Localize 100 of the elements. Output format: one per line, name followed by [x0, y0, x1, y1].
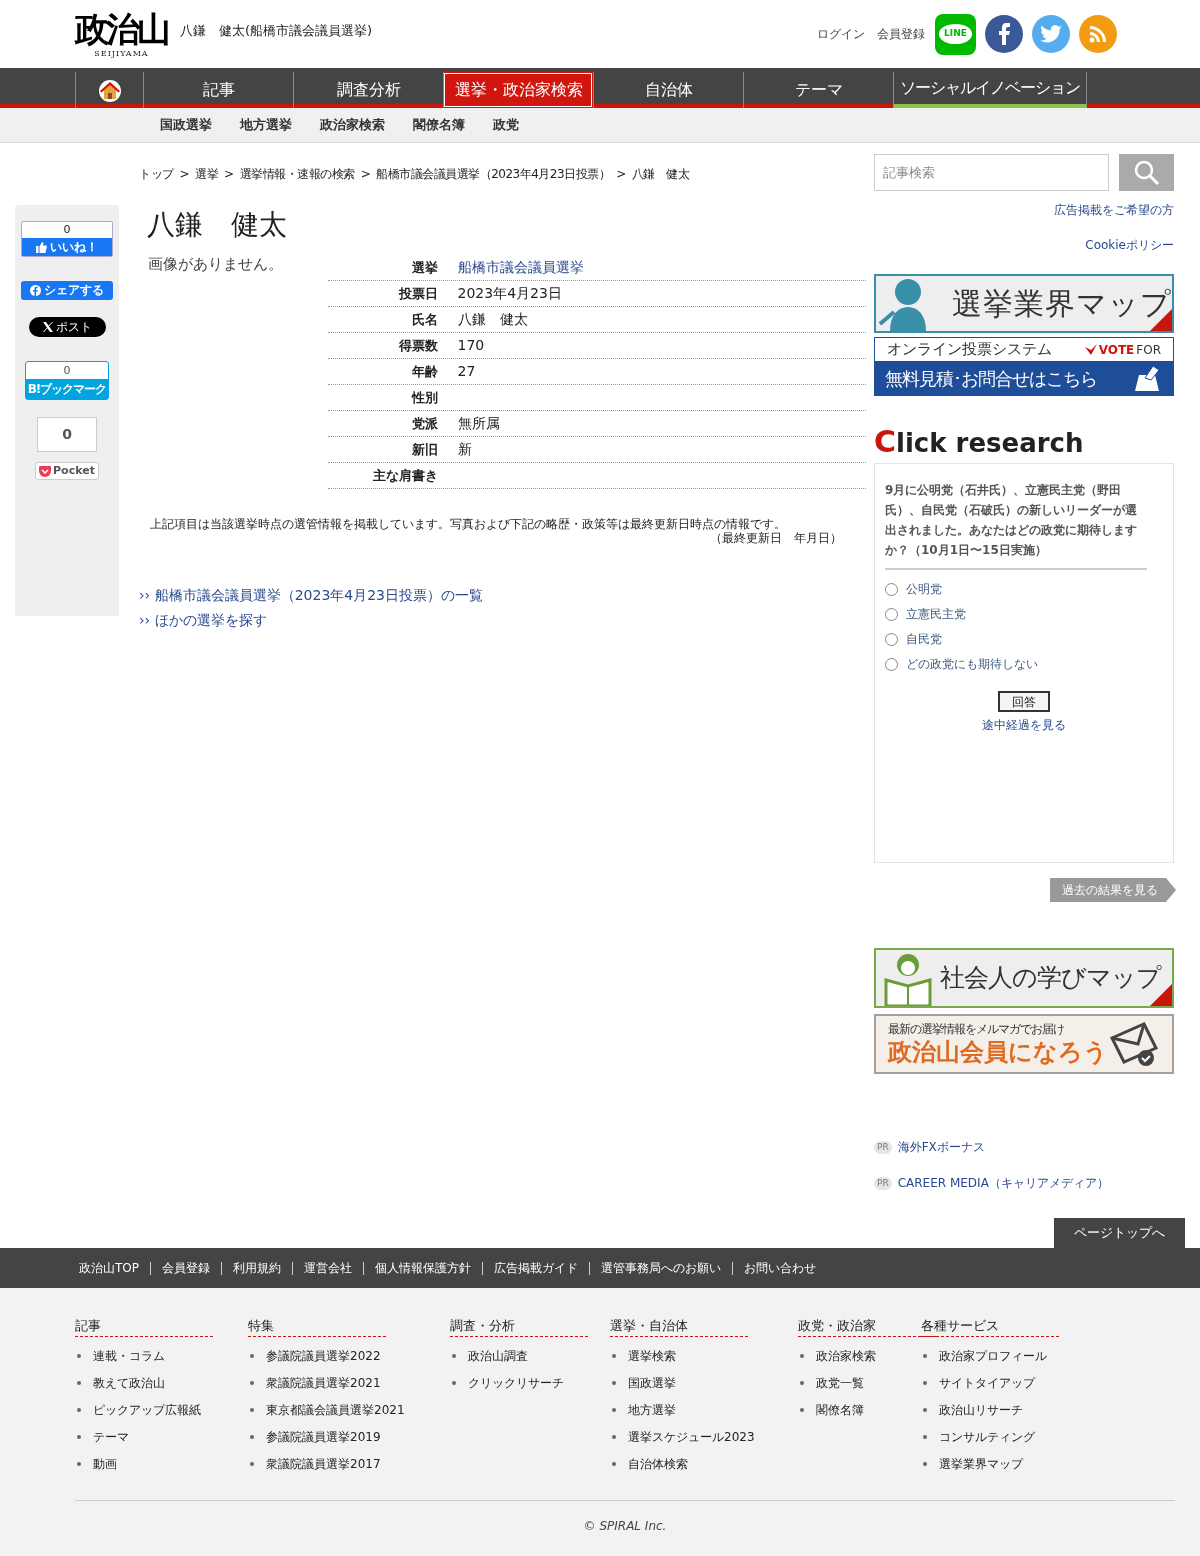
header-link[interactable]: ログイン: [817, 25, 865, 43]
answer-option[interactable]: 公明党: [885, 580, 1163, 598]
footer-link[interactable]: 動画: [93, 1454, 117, 1473]
answer-button[interactable]: 回答: [998, 691, 1050, 712]
vote-banner[interactable]: オンライン投票システム VOTE FOR 無料見積･お問合せはこちら: [874, 337, 1174, 396]
footer-link[interactable]: 広告掲載ガイド: [494, 1259, 578, 1277]
footer-link[interactable]: 政治山TOP: [79, 1259, 139, 1277]
nav-tab[interactable]: 選挙・政治家検索: [443, 72, 593, 108]
rss-icon[interactable]: [1079, 15, 1117, 53]
subnav-link[interactable]: 地方選挙: [240, 115, 292, 135]
footer-link[interactable]: 閣僚名簿: [816, 1400, 864, 1419]
footer-link[interactable]: クリックリサーチ: [468, 1373, 564, 1392]
footer-link[interactable]: 衆議院議員選挙2021: [266, 1373, 381, 1392]
bullet-icon: [452, 1380, 456, 1385]
footer-link[interactable]: 政治家検索: [816, 1346, 876, 1365]
subnav-link[interactable]: 政党: [493, 115, 519, 135]
footer-link[interactable]: 参議院議員選挙2022: [266, 1346, 381, 1365]
search-button[interactable]: [1119, 154, 1174, 191]
sidebar-link[interactable]: Cookieポリシー: [1085, 236, 1174, 254]
bullet-icon: [612, 1353, 616, 1358]
bird-icon[interactable]: [1032, 15, 1070, 53]
pocket-count: 0: [37, 417, 97, 452]
bullet-icon: [250, 1461, 254, 1466]
field-label: 年齢: [410, 362, 438, 381]
footer-link[interactable]: 政治家プロフィール: [939, 1346, 1047, 1365]
bullet-icon: [923, 1353, 927, 1358]
bullet-icon: [800, 1353, 804, 1358]
footer-link[interactable]: 教えて政治山: [93, 1373, 165, 1392]
footer-link[interactable]: 選挙検索: [628, 1346, 676, 1365]
bullet-icon: [923, 1407, 927, 1412]
election-link[interactable]: 船橋市議会議員選挙: [457, 257, 584, 278]
search-field[interactable]: 記事検索: [874, 154, 1110, 191]
breadcrumb-separator: >: [616, 166, 626, 183]
footer-link[interactable]: 自治体検索: [628, 1454, 688, 1473]
field-label: 選挙: [410, 258, 438, 277]
answer-option[interactable]: どの政党にも期待しない: [885, 655, 1163, 673]
footer-link[interactable]: 選挙スケジュール2023: [628, 1427, 755, 1446]
footer-link[interactable]: 個人情報保護方針: [375, 1259, 471, 1277]
footer-link[interactable]: 国政選挙: [628, 1373, 676, 1392]
answer-option[interactable]: 立憲民主党: [885, 605, 1163, 623]
pr-link[interactable]: CAREER MEDIA（キャリアメディア）: [897, 1174, 1109, 1192]
bullet-icon: [250, 1434, 254, 1439]
footer-link[interactable]: 連載・コラム: [93, 1346, 165, 1365]
related-link[interactable]: ›› ほかの選挙を探す: [139, 612, 866, 629]
pocket-button[interactable]: Pocket: [35, 462, 99, 480]
footer-link[interactable]: 運営会社: [304, 1259, 352, 1277]
learning-banner[interactable]: 社会人の学びマップ: [874, 948, 1174, 1008]
progress-link[interactable]: 途中経過を見る: [982, 716, 1066, 734]
field-value: 27: [457, 362, 476, 381]
sidebar-link[interactable]: 広告掲載をご希望の方: [1054, 201, 1174, 219]
footer-link[interactable]: お問い合わせ: [744, 1259, 816, 1277]
bookmark-button[interactable]: 0 B!ブックマーク: [25, 361, 109, 400]
footer-link[interactable]: 政治山調査: [468, 1346, 528, 1365]
subnav-link[interactable]: 国政選挙: [160, 115, 212, 135]
bullet-icon: [77, 1434, 81, 1439]
research-title: Click research: [874, 426, 1085, 459]
breadcrumb-link[interactable]: トップ: [139, 165, 174, 183]
member-banner[interactable]: 最新の選挙情報をメルマガでお届け 政治山会員になろう: [874, 1014, 1174, 1074]
field-value: 新: [457, 440, 472, 459]
breadcrumb-link[interactable]: 八鎌 健太: [631, 165, 690, 183]
footer-link[interactable]: 地方選挙: [628, 1400, 676, 1419]
post-button[interactable]: ポスト: [28, 317, 106, 337]
footer-link[interactable]: コンサルティング: [939, 1427, 1035, 1446]
pr-link[interactable]: 海外FXボーナス: [897, 1138, 985, 1156]
footer-link[interactable]: 政治山リサーチ: [939, 1400, 1023, 1419]
facebook-icon[interactable]: [985, 15, 1023, 53]
bullet-icon: [612, 1380, 616, 1385]
answer-option[interactable]: 自民党: [885, 630, 1163, 648]
header-link[interactable]: 会員登録: [877, 25, 925, 43]
footer-link[interactable]: 選管事務局へのお願い: [601, 1259, 721, 1277]
footer-link[interactable]: 利用規約: [233, 1259, 281, 1277]
subnav-link[interactable]: 閣僚名簿: [413, 115, 465, 135]
footer-link[interactable]: 政党一覧: [816, 1373, 864, 1392]
footer-link[interactable]: 衆議院議員選挙2017: [266, 1454, 381, 1473]
field-label: 党派: [410, 414, 438, 433]
footer-link[interactable]: テーマ: [93, 1427, 129, 1446]
breadcrumb-link[interactable]: 選挙: [195, 165, 219, 183]
logo-subtitle: SEIJIYAMA: [94, 49, 149, 59]
like-button[interactable]: 0 いいね！: [21, 221, 113, 257]
footer-link[interactable]: 東京都議会議員選挙2021: [266, 1400, 405, 1419]
footer-heading: 各種サービス: [921, 1316, 1059, 1337]
pr-badge: PR: [874, 1176, 892, 1190]
footer-link[interactable]: 参議院議員選挙2019: [266, 1427, 381, 1446]
page-top-button[interactable]: ページトップへ: [1054, 1218, 1185, 1248]
footer-link[interactable]: ピックアップ広報紙: [93, 1400, 201, 1419]
field-label: 得票数: [397, 336, 438, 355]
footer-link[interactable]: 会員登録: [162, 1259, 210, 1277]
field-value: 2023年4月23日: [457, 284, 562, 303]
bullet-icon: [250, 1353, 254, 1358]
related-link[interactable]: ›› 船橋市議会議員選挙（2023年4月23日投票）の一覧: [139, 587, 866, 604]
map-banner[interactable]: 選挙業界マップ: [874, 274, 1174, 333]
breadcrumb-link[interactable]: 選挙情報・速報の検索: [239, 165, 355, 183]
pr-badge: PR: [874, 1140, 892, 1154]
footer-link[interactable]: サイトタイアップ: [939, 1373, 1035, 1392]
subnav-link[interactable]: 政治家検索: [320, 115, 385, 135]
logo[interactable]: 政治山: [75, 9, 168, 49]
share-button[interactable]: シェアする: [21, 281, 113, 300]
bullet-icon: [923, 1434, 927, 1439]
breadcrumb-link[interactable]: 船橋市議会議員選挙（2023年4月23日投票）: [376, 165, 611, 183]
footer-link[interactable]: 選挙業界マップ: [939, 1454, 1023, 1473]
